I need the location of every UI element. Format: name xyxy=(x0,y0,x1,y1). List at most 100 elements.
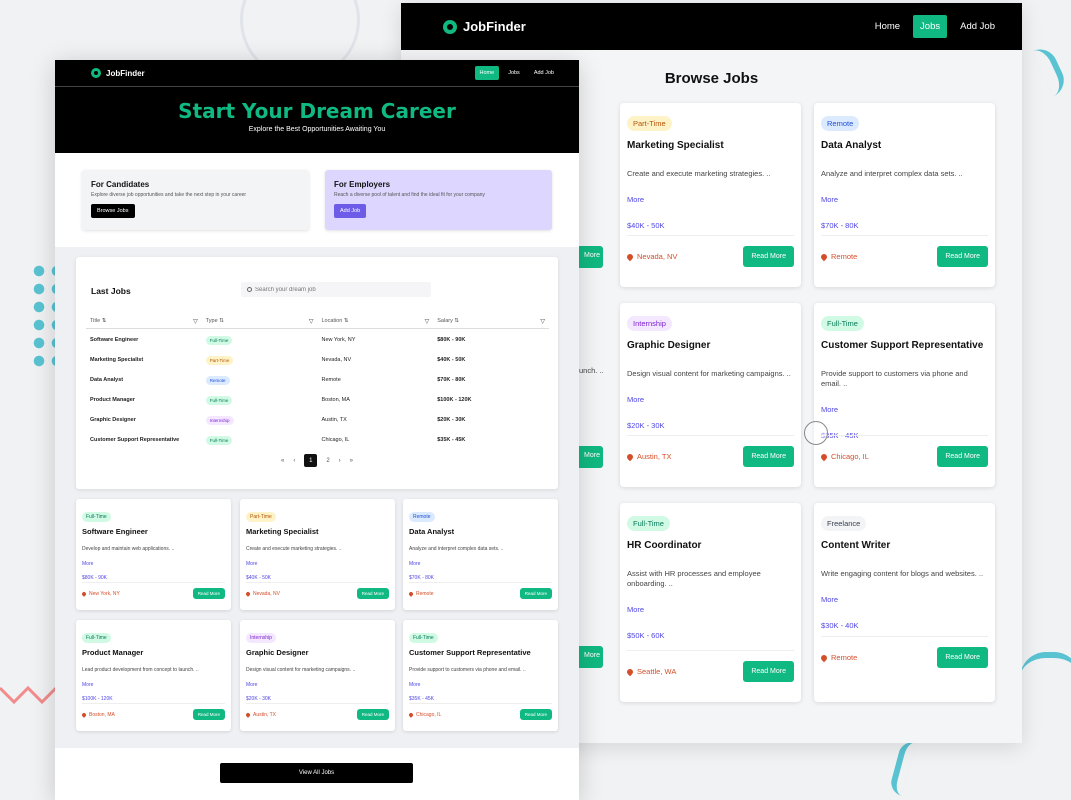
table-row[interactable]: Data Analyst Remote Remote $70K - 80K xyxy=(86,370,549,390)
job-type-badge: Part-Time xyxy=(205,355,234,365)
table-row[interactable]: Product Manager Full-Time Boston, MA $10… xyxy=(86,390,549,410)
nav-home[interactable]: Home xyxy=(868,15,907,38)
section-title: Last Jobs xyxy=(91,286,131,296)
job-card: Part-Time Marketing Specialist Create an… xyxy=(620,103,801,287)
nav-home[interactable]: Home xyxy=(474,66,500,80)
job-salary: $40K - 50K xyxy=(246,575,272,581)
navbar: JobFinder Home Jobs Add Job xyxy=(401,3,1022,50)
brand-logo[interactable]: JobFinder xyxy=(463,19,526,34)
job-title: Marketing Specialist xyxy=(246,527,319,536)
job-card: Remote Data Analyst Analyze and interpre… xyxy=(403,499,558,610)
filter-icon[interactable]: ▽ xyxy=(193,318,198,325)
browse-jobs-button[interactable]: Browse Jobs xyxy=(91,204,135,218)
table-row[interactable]: Customer Support Representative Full-Tim… xyxy=(86,430,549,450)
read-more-button[interactable]: Read More xyxy=(937,647,988,668)
read-more-button[interactable]: Read More xyxy=(937,246,988,267)
nav-jobs[interactable]: Jobs xyxy=(913,15,948,38)
read-more-button[interactable]: Read More xyxy=(743,661,794,682)
add-job-button[interactable]: Add Job xyxy=(334,204,367,218)
job-card: Full-Time Software Engineer Develop and … xyxy=(76,499,231,610)
column-header-title[interactable]: Title ⇅ ▽ xyxy=(86,314,202,328)
job-type-badge: Remote xyxy=(821,116,860,131)
nav-add-job[interactable]: Add Job xyxy=(529,66,559,80)
job-type-badge: Freelance xyxy=(821,516,867,531)
read-more-button[interactable]: Read More xyxy=(519,709,552,720)
read-more-button[interactable]: More xyxy=(579,246,603,268)
decorative-zigzag xyxy=(0,685,56,705)
job-title: Customer Support Representative xyxy=(821,340,984,351)
more-link[interactable]: More xyxy=(821,195,988,204)
logo-icon xyxy=(91,68,101,78)
decorative-arc xyxy=(1020,652,1071,678)
job-card: Freelance Content Writer Write engaging … xyxy=(814,503,995,702)
table-row[interactable]: Marketing Specialist Part-Time Nevada, N… xyxy=(86,350,549,370)
read-more-button[interactable]: Read More xyxy=(743,246,794,267)
job-salary: $40K - 50K xyxy=(627,221,665,231)
view-all-jobs-button[interactable]: View All Jobs xyxy=(220,763,413,783)
cell-title: Customer Support Representative xyxy=(90,437,180,443)
last-page-button[interactable]: » xyxy=(350,458,353,464)
job-description: Lead product development from concept to… xyxy=(82,667,199,673)
filter-icon[interactable]: ▽ xyxy=(425,318,430,325)
last-jobs-table: Last Jobs Title ⇅▽ Type ⇅▽ Location ⇅▽ S… xyxy=(76,257,558,489)
job-title: Graphic Designer xyxy=(246,648,309,657)
read-more-button[interactable]: Read More xyxy=(192,709,225,720)
nav-jobs[interactable]: Jobs xyxy=(503,66,525,80)
read-more-button[interactable]: More xyxy=(579,446,603,468)
job-salary: $100K - 120K xyxy=(82,696,113,702)
job-location: Nevada, NV xyxy=(625,252,677,261)
job-card: Full-Time Product Manager Lead product d… xyxy=(76,620,231,731)
filter-icon[interactable]: ▽ xyxy=(540,318,545,325)
job-description: unch. .. xyxy=(579,366,604,375)
cell-salary: $80K - 90K xyxy=(437,337,466,343)
more-link[interactable]: More xyxy=(246,682,389,688)
column-header-location[interactable]: Location ⇅ ▽ xyxy=(318,314,434,328)
candidates-card: For Candidates Explore diverse job oppor… xyxy=(82,170,309,230)
employers-text: Reach a diverse pool of talent and find … xyxy=(334,192,485,198)
search-box[interactable] xyxy=(241,282,431,297)
more-link[interactable]: More xyxy=(821,405,988,414)
table-row[interactable]: Graphic Designer Internship Austin, TX $… xyxy=(86,410,549,430)
page-2-button[interactable]: 2 xyxy=(326,458,329,464)
read-more-button[interactable]: Read More xyxy=(743,446,794,467)
read-more-button[interactable]: Read More xyxy=(192,588,225,599)
first-page-button[interactable]: « xyxy=(281,458,284,464)
cell-salary: $20K - 30K xyxy=(437,417,466,423)
search-input[interactable] xyxy=(255,286,425,293)
read-more-button[interactable]: More xyxy=(579,646,603,668)
job-title: Data Analyst xyxy=(409,527,455,536)
next-page-button[interactable]: › xyxy=(339,458,341,464)
column-header-type[interactable]: Type ⇅ ▽ xyxy=(202,314,318,328)
more-link[interactable]: More xyxy=(82,682,225,688)
brand-logo[interactable]: JobFinder xyxy=(106,69,145,78)
job-type-badge: Remote xyxy=(409,512,435,522)
page-1-button[interactable]: 1 xyxy=(304,454,318,467)
cell-location: Chicago, IL xyxy=(321,437,350,443)
cell-title: Marketing Specialist xyxy=(90,357,144,363)
more-link[interactable]: More xyxy=(627,605,794,614)
read-more-button[interactable]: Read More xyxy=(356,709,389,720)
job-description: Assist with HR processes and employee on… xyxy=(627,569,761,589)
job-location: Remote xyxy=(408,590,434,597)
more-link[interactable]: More xyxy=(409,682,552,688)
job-location: Seattle, WA xyxy=(625,667,676,676)
job-title: Content Writer xyxy=(821,540,891,551)
more-link[interactable]: More xyxy=(246,561,389,567)
more-link[interactable]: More xyxy=(627,195,794,204)
more-link[interactable]: More xyxy=(821,595,988,604)
filter-icon[interactable]: ▽ xyxy=(309,318,314,325)
prev-page-button[interactable]: ‹ xyxy=(293,458,295,464)
location-pin-icon xyxy=(245,590,251,597)
table-row[interactable]: Software Engineer Full-Time New York, NY… xyxy=(86,330,549,350)
column-header-salary[interactable]: Salary ⇅ ▽ xyxy=(433,314,549,328)
more-link[interactable]: More xyxy=(82,561,225,567)
decorative-arc xyxy=(1032,43,1070,97)
nav-add-job[interactable]: Add Job xyxy=(953,15,1002,38)
read-more-button[interactable]: Read More xyxy=(356,588,389,599)
read-more-button[interactable]: Read More xyxy=(937,446,988,467)
more-link[interactable]: More xyxy=(409,561,552,567)
job-title: Data Analyst xyxy=(821,140,882,151)
location-pin-icon xyxy=(408,590,414,597)
read-more-button[interactable]: Read More xyxy=(519,588,552,599)
more-link[interactable]: More xyxy=(627,395,794,404)
